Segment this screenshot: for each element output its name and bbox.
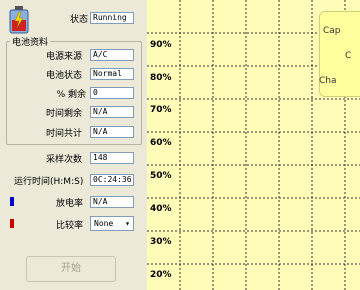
y-tick-40: 40% xyxy=(150,204,172,214)
status-panel: 状态 Running 电池资料 电源来源 A/C 电池状态 Normal % 剩… xyxy=(0,0,146,290)
y-tick-50: 50% xyxy=(150,171,172,181)
sample-count-label: 采样次数 xyxy=(46,155,83,165)
battery-status-label: 电池状态 xyxy=(46,71,83,81)
legend-item-cap: Cap xyxy=(323,26,341,36)
discharge-color-swatch xyxy=(10,197,14,206)
status-label: 状态 xyxy=(70,15,89,25)
y-tick-60: 60% xyxy=(150,138,172,148)
percent-remaining-label: % 剩余 xyxy=(56,90,86,100)
percent-remaining-field: 0 xyxy=(90,87,134,99)
discharge-field: N/A xyxy=(90,196,134,208)
chevron-down-icon: ▾ xyxy=(125,219,130,228)
ratio-color-swatch xyxy=(10,219,14,228)
time-total-field: N/A xyxy=(90,126,134,138)
discharge-label: 放电率 xyxy=(56,199,84,209)
battery-status-field: Normal xyxy=(90,68,134,80)
runtime-label: 运行时间(H:M:S) xyxy=(14,177,84,187)
battery-info-title: 电池资料 xyxy=(10,35,51,48)
battery-icon xyxy=(9,6,29,34)
time-remaining-label: 时间剩余 xyxy=(46,109,83,119)
status-field: Running xyxy=(90,12,134,24)
legend-item-c: C xyxy=(345,51,352,61)
battery-chart: 90% 80% 70% 60% 50% 40% 30% 20% Cap C Ch… xyxy=(147,0,360,290)
y-tick-90: 90% xyxy=(150,40,172,50)
y-tick-30: 30% xyxy=(150,237,172,247)
power-source-label: 电源来源 xyxy=(46,52,83,62)
y-tick-20: 20% xyxy=(150,270,172,280)
ratio-label: 比较率 xyxy=(56,221,84,231)
ratio-select[interactable]: None ▾ xyxy=(90,216,134,231)
legend-item-cha: Cha xyxy=(319,76,337,86)
y-tick-80: 80% xyxy=(150,73,172,83)
time-total-label: 时间共计 xyxy=(46,129,83,139)
ratio-select-value: None xyxy=(94,219,114,228)
chart-legend: Cap C Cha xyxy=(319,11,360,97)
y-tick-70: 70% xyxy=(150,105,172,115)
power-source-field: A/C xyxy=(90,49,134,61)
start-button[interactable]: 开始 xyxy=(26,256,116,282)
time-remaining-field: N/A xyxy=(90,106,134,118)
sample-count-field: 148 xyxy=(90,152,134,164)
runtime-field: 0C:24:36 xyxy=(90,174,134,186)
